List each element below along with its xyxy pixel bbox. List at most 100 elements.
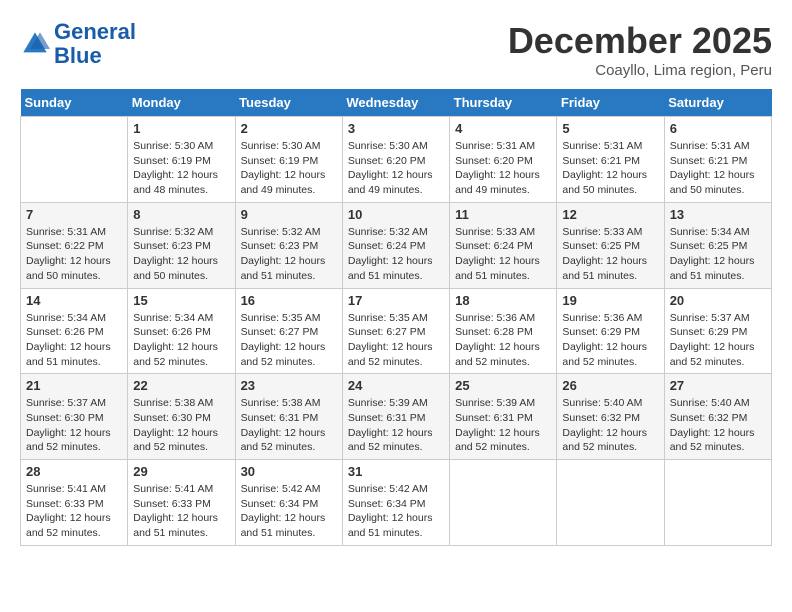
day-cell: 22 Sunrise: 5:38 AM Sunset: 6:30 PM Dayli… <box>128 374 235 460</box>
day-number: 6 <box>670 121 766 136</box>
day-info: Sunrise: 5:42 AM Sunset: 6:34 PM Dayligh… <box>348 482 444 541</box>
header-row: SundayMondayTuesdayWednesdayThursdayFrid… <box>21 89 772 117</box>
day-cell: 2Sunrise: 5:30 AM Sunset: 6:19 PM Daylig… <box>235 117 342 203</box>
day-info: Sunrise: 5:41 AM Sunset: 6:33 PM Dayligh… <box>26 482 122 541</box>
day-number: 2 <box>241 121 337 136</box>
day-cell: 20Sunrise: 5:37 AM Sunset: 6:29 PM Dayli… <box>664 288 771 374</box>
day-info: Sunrise: 5:34 AM Sunset: 6:25 PM Dayligh… <box>670 225 766 284</box>
day-number: 21 <box>26 378 122 393</box>
day-cell: 21 Sunrise: 5:37 AM Sunset: 6:30 PM Dayli… <box>21 374 128 460</box>
title-section: December 2025 Coayllo, Lima region, Peru <box>508 20 772 79</box>
header-cell-sunday: Sunday <box>21 89 128 117</box>
day-info: Sunrise: 5:33 AM Sunset: 6:25 PM Dayligh… <box>562 225 658 284</box>
day-number: 25 <box>455 378 551 393</box>
day-info: Sunrise: 5:34 AM Sunset: 6:26 PM Dayligh… <box>26 311 122 370</box>
page-header: GeneralBlue December 2025 Coayllo, Lima … <box>20 20 772 79</box>
day-info: Sunrise: 5:40 AM Sunset: 6:32 PM Dayligh… <box>670 396 766 455</box>
day-number: 1 <box>133 121 229 136</box>
subtitle: Coayllo, Lima region, Peru <box>508 62 772 79</box>
day-number: 19 <box>562 293 658 308</box>
day-info: Sunrise: 5:31 AM Sunset: 6:21 PM Dayligh… <box>562 139 658 198</box>
day-cell: 11 Sunrise: 5:33 AM Sunset: 6:24 PM Dayli… <box>450 202 557 288</box>
calendar-header: SundayMondayTuesdayWednesdayThursdayFrid… <box>21 89 772 117</box>
day-info: Sunrise: 5:39 AM Sunset: 6:31 PM Dayligh… <box>348 396 444 455</box>
header-cell-saturday: Saturday <box>664 89 771 117</box>
day-info: Sunrise: 5:32 AM Sunset: 6:23 PM Dayligh… <box>133 225 229 284</box>
day-cell: 26 Sunrise: 5:40 AM Sunset: 6:32 PM Dayli… <box>557 374 664 460</box>
day-number: 10 <box>348 207 444 222</box>
header-cell-thursday: Thursday <box>450 89 557 117</box>
day-cell: 4Sunrise: 5:31 AM Sunset: 6:20 PM Daylig… <box>450 117 557 203</box>
day-cell: 9Sunrise: 5:32 AM Sunset: 6:23 PM Daylig… <box>235 202 342 288</box>
day-cell <box>450 460 557 546</box>
day-number: 14 <box>26 293 122 308</box>
day-cell: 10 Sunrise: 5:32 AM Sunset: 6:24 PM Dayli… <box>342 202 449 288</box>
day-cell: 27 Sunrise: 5:40 AM Sunset: 6:32 PM Dayli… <box>664 374 771 460</box>
day-cell: 16 Sunrise: 5:35 AM Sunset: 6:27 PM Dayli… <box>235 288 342 374</box>
logo-text: GeneralBlue <box>54 20 136 68</box>
calendar-table: SundayMondayTuesdayWednesdayThursdayFrid… <box>20 89 772 546</box>
day-info: Sunrise: 5:37 AM Sunset: 6:30 PM Dayligh… <box>26 396 122 455</box>
day-cell: 3Sunrise: 5:30 AM Sunset: 6:20 PM Daylig… <box>342 117 449 203</box>
day-cell: 1 Sunrise: 5:30 AM Sunset: 6:19 PM Daylig… <box>128 117 235 203</box>
day-cell: 13Sunrise: 5:34 AM Sunset: 6:25 PM Dayli… <box>664 202 771 288</box>
day-number: 23 <box>241 378 337 393</box>
week-row-4: 21 Sunrise: 5:37 AM Sunset: 6:30 PM Dayli… <box>21 374 772 460</box>
day-cell: 25 Sunrise: 5:39 AM Sunset: 6:31 PM Dayli… <box>450 374 557 460</box>
day-info: Sunrise: 5:35 AM Sunset: 6:27 PM Dayligh… <box>241 311 337 370</box>
day-info: Sunrise: 5:32 AM Sunset: 6:23 PM Dayligh… <box>241 225 337 284</box>
day-cell: 31 Sunrise: 5:42 AM Sunset: 6:34 PM Dayli… <box>342 460 449 546</box>
day-info: Sunrise: 5:32 AM Sunset: 6:24 PM Dayligh… <box>348 225 444 284</box>
day-info: Sunrise: 5:37 AM Sunset: 6:29 PM Dayligh… <box>670 311 766 370</box>
day-cell: 8Sunrise: 5:32 AM Sunset: 6:23 PM Daylig… <box>128 202 235 288</box>
day-cell <box>557 460 664 546</box>
day-info: Sunrise: 5:30 AM Sunset: 6:19 PM Dayligh… <box>133 139 229 198</box>
day-number: 15 <box>133 293 229 308</box>
day-number: 30 <box>241 464 337 479</box>
day-cell: 23 Sunrise: 5:38 AM Sunset: 6:31 PM Dayli… <box>235 374 342 460</box>
day-number: 29 <box>133 464 229 479</box>
day-number: 31 <box>348 464 444 479</box>
calendar-body: 1 Sunrise: 5:30 AM Sunset: 6:19 PM Daylig… <box>21 117 772 546</box>
day-number: 16 <box>241 293 337 308</box>
day-number: 22 <box>133 378 229 393</box>
day-info: Sunrise: 5:31 AM Sunset: 6:22 PM Dayligh… <box>26 225 122 284</box>
day-info: Sunrise: 5:35 AM Sunset: 6:27 PM Dayligh… <box>348 311 444 370</box>
day-cell: 17 Sunrise: 5:35 AM Sunset: 6:27 PM Dayli… <box>342 288 449 374</box>
day-info: Sunrise: 5:39 AM Sunset: 6:31 PM Dayligh… <box>455 396 551 455</box>
day-cell: 18 Sunrise: 5:36 AM Sunset: 6:28 PM Dayli… <box>450 288 557 374</box>
month-title: December 2025 <box>508 20 772 62</box>
day-number: 12 <box>562 207 658 222</box>
day-info: Sunrise: 5:42 AM Sunset: 6:34 PM Dayligh… <box>241 482 337 541</box>
day-info: Sunrise: 5:36 AM Sunset: 6:28 PM Dayligh… <box>455 311 551 370</box>
day-number: 7 <box>26 207 122 222</box>
day-cell: 7 Sunrise: 5:31 AM Sunset: 6:22 PM Daylig… <box>21 202 128 288</box>
day-cell: 5Sunrise: 5:31 AM Sunset: 6:21 PM Daylig… <box>557 117 664 203</box>
day-info: Sunrise: 5:38 AM Sunset: 6:31 PM Dayligh… <box>241 396 337 455</box>
day-cell: 24Sunrise: 5:39 AM Sunset: 6:31 PM Dayli… <box>342 374 449 460</box>
header-cell-wednesday: Wednesday <box>342 89 449 117</box>
logo-icon <box>20 29 50 59</box>
header-cell-tuesday: Tuesday <box>235 89 342 117</box>
day-cell: 29 Sunrise: 5:41 AM Sunset: 6:33 PM Dayli… <box>128 460 235 546</box>
day-info: Sunrise: 5:30 AM Sunset: 6:20 PM Dayligh… <box>348 139 444 198</box>
day-info: Sunrise: 5:38 AM Sunset: 6:30 PM Dayligh… <box>133 396 229 455</box>
week-row-5: 28Sunrise: 5:41 AM Sunset: 6:33 PM Dayli… <box>21 460 772 546</box>
day-number: 4 <box>455 121 551 136</box>
day-cell <box>664 460 771 546</box>
day-cell: 19Sunrise: 5:36 AM Sunset: 6:29 PM Dayli… <box>557 288 664 374</box>
day-cell: 14 Sunrise: 5:34 AM Sunset: 6:26 PM Dayli… <box>21 288 128 374</box>
day-number: 26 <box>562 378 658 393</box>
day-number: 11 <box>455 207 551 222</box>
day-info: Sunrise: 5:33 AM Sunset: 6:24 PM Dayligh… <box>455 225 551 284</box>
week-row-3: 14 Sunrise: 5:34 AM Sunset: 6:26 PM Dayli… <box>21 288 772 374</box>
day-number: 27 <box>670 378 766 393</box>
header-cell-friday: Friday <box>557 89 664 117</box>
day-info: Sunrise: 5:41 AM Sunset: 6:33 PM Dayligh… <box>133 482 229 541</box>
day-number: 18 <box>455 293 551 308</box>
day-info: Sunrise: 5:34 AM Sunset: 6:26 PM Dayligh… <box>133 311 229 370</box>
day-number: 17 <box>348 293 444 308</box>
week-row-1: 1 Sunrise: 5:30 AM Sunset: 6:19 PM Daylig… <box>21 117 772 203</box>
week-row-2: 7 Sunrise: 5:31 AM Sunset: 6:22 PM Daylig… <box>21 202 772 288</box>
day-info: Sunrise: 5:40 AM Sunset: 6:32 PM Dayligh… <box>562 396 658 455</box>
